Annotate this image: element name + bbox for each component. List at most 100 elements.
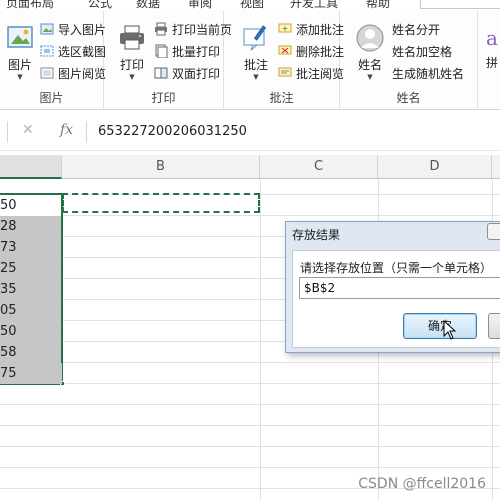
group-name: 姓名 ▼ 姓名分开 姓名加空格 生成随机姓名 姓名 <box>340 10 478 110</box>
group-picture: 图片 ▼ 导入图片 选区截图 图片阅览 图片 <box>0 10 106 110</box>
chevron-down-icon: ▼ <box>129 73 135 81</box>
column-header-c[interactable]: C <box>260 155 378 179</box>
print-big-label: 打印 <box>119 58 144 72</box>
name-box[interactable] <box>0 121 8 143</box>
comment-browse-button[interactable]: 批注阅览 <box>278 63 344 83</box>
screenshot-icon <box>40 45 54 57</box>
comment-big-button[interactable]: 批注 ▼ <box>238 24 274 84</box>
name-big-button[interactable]: 姓名 ▼ <box>352 24 388 84</box>
add-comment-button[interactable]: + 添加批注 <box>278 19 344 39</box>
picture-big-button[interactable]: 图片 ▼ <box>2 24 38 84</box>
picture-browse-button[interactable]: 图片阅览 <box>40 63 106 83</box>
duplex-print-icon <box>154 67 168 79</box>
dialog-body: 请选择存放位置（只需一个单元格） $B$2 确定 <box>292 250 500 348</box>
user-avatar-icon <box>356 24 384 52</box>
column-header-b[interactable]: B <box>62 155 260 179</box>
tab-ffcell[interactable] <box>420 0 500 9</box>
column-header-d[interactable]: D <box>378 155 492 179</box>
tab-data[interactable]: 数据 <box>136 0 160 10</box>
duplex-print-label: 双面打印 <box>172 66 221 81</box>
print-big-button[interactable]: 打印 ▼ <box>114 24 150 84</box>
random-name-label: 生成随机姓名 <box>392 66 465 81</box>
formula-bar: ✕ fx 653227200206031250 <box>0 111 500 151</box>
dialog-prompt: 请选择存放位置（只需一个单元格） <box>300 261 493 275</box>
group-pinyin: a 拼 <box>480 10 500 110</box>
delete-comment-label: 删除批注 <box>296 44 345 59</box>
group-print-label: 打印 <box>151 91 176 105</box>
delete-comment-icon <box>278 45 292 55</box>
picture-icon <box>7 26 33 48</box>
comment-browse-label: 批注阅览 <box>296 66 345 81</box>
add-comment-icon: + <box>278 23 292 33</box>
dialog-title: 存放结果 <box>292 228 341 242</box>
add-comment-label: 添加批注 <box>296 22 345 37</box>
duplex-print-button[interactable]: 双面打印 <box>154 63 220 83</box>
batch-print-label: 批量打印 <box>172 44 221 59</box>
comment-big-label: 批注 <box>243 58 268 72</box>
random-name-button[interactable]: 生成随机姓名 <box>392 63 464 83</box>
grid-line <box>0 383 500 384</box>
grid-line <box>260 179 261 500</box>
ribbon-tab-strip: 页面布局 公式 数据 审阅 视图 开发工具 帮助 <box>0 0 500 10</box>
import-picture-icon <box>40 23 54 35</box>
dialog-close-button[interactable] <box>487 223 500 240</box>
tab-review[interactable]: 审阅 <box>188 0 212 10</box>
name-add-space-label: 姓名加空格 <box>392 44 453 59</box>
split-name-label: 姓名分开 <box>392 22 441 37</box>
batch-print-icon <box>155 44 168 58</box>
printer-icon <box>120 25 144 50</box>
delete-comment-button[interactable]: 删除批注 <box>278 41 344 61</box>
tab-page-layout[interactable]: 页面布局 <box>6 0 54 10</box>
batch-print-button[interactable]: 批量打印 <box>154 41 220 61</box>
grid-line <box>0 362 500 363</box>
tab-view[interactable]: 视图 <box>240 0 264 10</box>
store-result-dialog: 存放结果 请选择存放位置（只需一个单元格） $B$2 确定 <box>285 221 500 353</box>
name-big-label: 姓名 <box>357 58 382 72</box>
grid-line <box>0 404 500 405</box>
svg-text:+: + <box>282 24 289 33</box>
split-name-button[interactable]: 姓名分开 <box>392 19 440 39</box>
tab-developer[interactable]: 开发工具 <box>290 0 338 10</box>
comment-browse-icon <box>278 67 292 77</box>
formula-input[interactable]: 653227200206031250 <box>98 124 247 139</box>
ribbon: 图片 ▼ 导入图片 选区截图 图片阅览 图片 打印 ▼ 打印当前页 批量打印 双… <box>0 10 500 110</box>
cancel-entry-icon[interactable]: ✕ <box>22 122 34 138</box>
ok-button[interactable]: 确定 <box>403 313 477 339</box>
chevron-down-icon: ▼ <box>367 73 373 81</box>
print-page-icon <box>155 22 167 36</box>
grid-line <box>0 215 500 216</box>
tab-help[interactable]: 帮助 <box>366 0 390 10</box>
group-print: 打印 ▼ 打印当前页 批量打印 双面打印 打印 <box>104 10 232 110</box>
grid-line <box>0 467 500 468</box>
group-comment-label: 批注 <box>269 91 294 105</box>
insert-function-icon[interactable]: fx <box>60 122 73 138</box>
chevron-down-icon: ▼ <box>253 73 259 81</box>
watermark: CSDN @ffcell2016 <box>358 476 486 492</box>
import-picture-button[interactable]: 导入图片 <box>40 19 106 39</box>
print-current-page-label: 打印当前页 <box>172 22 233 37</box>
location-input[interactable]: $B$2 <box>299 277 500 299</box>
group-comment: 批注 ▼ + 添加批注 删除批注 批注阅览 批注 <box>224 10 344 110</box>
column-header-a[interactable] <box>0 155 62 179</box>
pinyin-icon: a <box>486 26 498 50</box>
picture-browse-icon <box>40 67 54 79</box>
selection-screenshot-button[interactable]: 选区截图 <box>40 41 106 61</box>
picture-browse-label: 图片阅览 <box>58 66 107 81</box>
group-name-label: 姓名 <box>396 91 421 105</box>
cell-a[interactable]: 75 <box>0 363 62 384</box>
tab-formulas[interactable]: 公式 <box>88 0 112 10</box>
print-current-page-button[interactable]: 打印当前页 <box>154 19 232 39</box>
excel-window: 页面布局 公式 数据 审阅 视图 开发工具 帮助 图片 ▼ 导入图片 选区截图 … <box>0 0 500 500</box>
pinyin-label[interactable]: 拼 <box>486 54 498 71</box>
selection-range-border <box>0 193 63 385</box>
selection-screenshot-label: 选区截图 <box>58 44 107 59</box>
grid-line <box>0 446 500 447</box>
chevron-down-icon: ▼ <box>17 73 23 81</box>
mouse-cursor-icon <box>443 320 457 340</box>
cancel-button[interactable] <box>488 313 500 339</box>
target-cell-marquee <box>62 193 260 213</box>
import-picture-label: 导入图片 <box>58 22 107 37</box>
name-add-space-button[interactable]: 姓名加空格 <box>392 41 452 61</box>
group-picture-label: 图片 <box>39 91 64 105</box>
column-header-e[interactable] <box>492 155 500 179</box>
